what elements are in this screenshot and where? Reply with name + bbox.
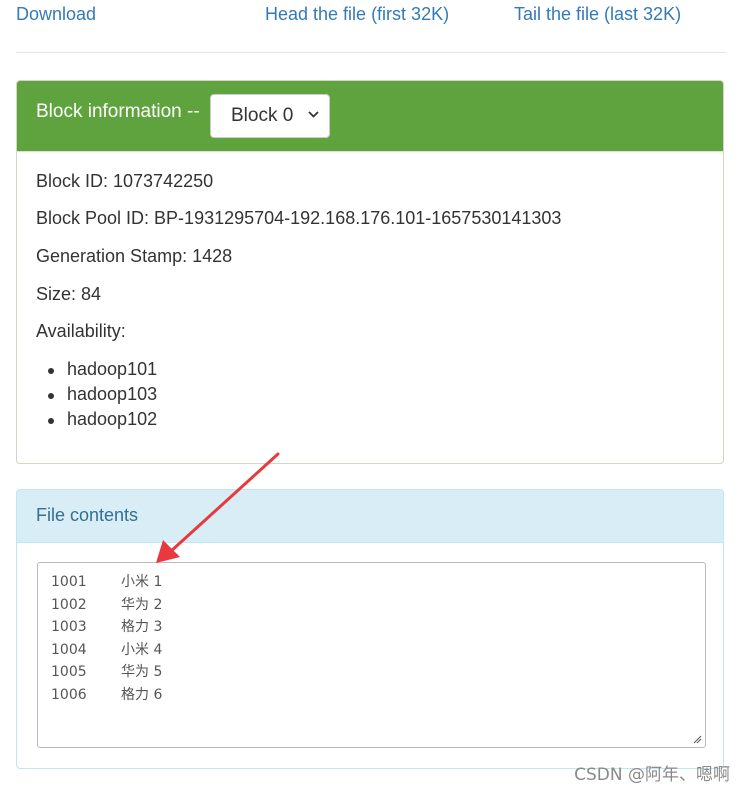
file-line-id: 1001 [51, 574, 87, 590]
file-line-id: 1006 [51, 686, 87, 703]
block-panel-heading: Block information -- Block 0 [17, 81, 723, 152]
list-item: hadoop101 [47, 357, 157, 382]
tail-file-link[interactable]: Tail the file (last 32K) [514, 4, 681, 25]
file-contents-panel: File contents 1001 小米 1 1002 华为 2 1003 格力 3… [16, 489, 724, 769]
block-pool-id: Block Pool ID: BP-1931295704-192.168.176… [36, 208, 562, 228]
download-link[interactable]: Download [16, 4, 96, 25]
watermark: CSDN @阿年、嗯啊 [574, 765, 730, 785]
file-actions-bar: Download Head the file (first 32K) Tail … [16, 0, 726, 53]
file-line-value: 华为 5 [121, 664, 163, 681]
contents-panel-heading: File contents [17, 490, 723, 543]
file-line-value: 格力 3 [121, 619, 163, 636]
file-line: 1004 小米 4 [51, 639, 162, 662]
file-line: 1001 小米 1 [51, 571, 162, 594]
file-lines: 1001 小米 1 1002 华为 2 1003 格力 3 1004 小米 4 1005… [51, 571, 162, 707]
file-line-value: 华为 2 [121, 596, 163, 613]
block-information-panel: Block information -- Block 0 Block ID: 1… [16, 80, 724, 464]
availability-label: Availability: [36, 321, 126, 341]
block-id: Block ID: 1073742250 [36, 171, 214, 191]
resize-grip-icon[interactable] [692, 734, 702, 744]
file-line-id: 1005 [51, 664, 87, 681]
head-file-link[interactable]: Head the file (first 32K) [265, 4, 449, 25]
block-size: Size: 84 [36, 284, 102, 304]
list-item: hadoop103 [47, 382, 157, 407]
chevron-down-icon [308, 111, 319, 118]
file-line: 1006 格力 6 [51, 684, 162, 707]
block-panel-title: Block information -- [36, 101, 200, 122]
file-line: 1002 华为 2 [51, 594, 162, 617]
file-contents-textarea[interactable]: 1001 小米 1 1002 华为 2 1003 格力 3 1004 小米 4 1005… [37, 562, 706, 748]
file-line-id: 1004 [51, 641, 87, 658]
contents-panel-title: File contents [36, 505, 139, 525]
list-item: hadoop102 [47, 407, 157, 432]
file-line-value: 格力 6 [121, 686, 163, 703]
file-line: 1003 格力 3 [51, 616, 162, 639]
availability-list: hadoop101 hadoop103 hadoop102 [47, 357, 157, 432]
block-select[interactable]: Block 0 [210, 94, 330, 138]
generation-stamp: Generation Stamp: 1428 [36, 246, 233, 266]
block-select-value: Block 0 [231, 105, 294, 126]
file-line-value: 小米 1 [121, 574, 163, 590]
file-line-id: 1002 [51, 596, 87, 613]
file-line-value: 小米 4 [121, 641, 163, 658]
file-line-id: 1003 [51, 619, 87, 636]
file-line: 1005 华为 5 [51, 661, 162, 684]
